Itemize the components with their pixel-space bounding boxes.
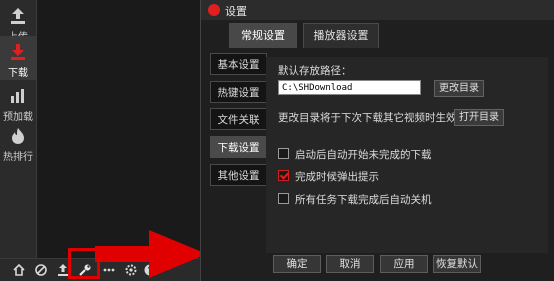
tab-bar: 常规设置 播放器设置	[201, 20, 554, 48]
home-icon[interactable]	[12, 263, 26, 277]
nav-other-settings[interactable]: 其他设置	[210, 164, 267, 186]
shutdown-after-complete-label: 所有任务下载完成后自动关机	[295, 194, 432, 206]
preload-icon	[11, 89, 24, 103]
dialog-title: 设置	[225, 5, 247, 18]
settings-panel: 基本设置 热键设置 文件关联 下载设置 其他设置 默认存放路径： C:\SHDo…	[201, 48, 554, 281]
sidebar-item-label: 热排行	[3, 152, 33, 163]
change-dir-button[interactable]: 更改目录	[434, 80, 484, 97]
popup-on-complete-checkbox[interactable]	[278, 170, 289, 181]
cancel-button[interactable]: 取消	[326, 255, 374, 273]
download-settings-content: 默认存放路径： C:\SHDownload 更改目录 更改目录将于下次下载其它视…	[266, 57, 548, 253]
nav-hotkey-settings[interactable]: 热键设置	[210, 81, 267, 103]
auto-resume-checkbox[interactable]	[278, 148, 289, 159]
download-path-input[interactable]: C:\SHDownload	[278, 80, 421, 95]
popup-on-complete-label: 完成时候弹出提示	[295, 171, 379, 183]
open-dir-button[interactable]: 打开目录	[454, 109, 504, 126]
ok-button[interactable]: 确定	[273, 255, 321, 273]
shutdown-after-complete-checkbox[interactable]	[278, 193, 289, 204]
download-icon	[11, 44, 25, 60]
nav-basic-settings[interactable]: 基本设置	[210, 53, 267, 75]
sidebar-item-hot-ranking[interactable]: 热排行	[0, 120, 36, 164]
arrow-annotation	[95, 230, 207, 278]
app-logo-icon	[208, 4, 220, 16]
nav-download-settings[interactable]: 下载设置	[210, 136, 267, 158]
tab-player[interactable]: 播放器设置	[303, 23, 379, 48]
upload-icon	[11, 8, 25, 24]
restore-defaults-button[interactable]: 恢复默认	[433, 255, 481, 273]
sidebar-item-label: 下载	[8, 68, 28, 79]
sidebar-item-download[interactable]: 下载	[0, 36, 36, 80]
apply-button[interactable]: 应用	[380, 255, 428, 273]
path-label: 默认存放路径：	[278, 65, 352, 77]
auto-resume-label: 启动后自动开始未完成的下载	[295, 149, 432, 161]
tab-general[interactable]: 常规设置	[229, 23, 297, 48]
sidebar-item-preload[interactable]: 预加载	[0, 80, 36, 124]
fire-icon	[12, 128, 24, 144]
nav-file-association[interactable]: 文件关联	[210, 108, 267, 130]
sidebar: 上传 下载 预加载 热排行	[0, 0, 37, 258]
dialog-titlebar[interactable]: 设置	[201, 0, 554, 20]
change-dir-note: 更改目录将于下次下载其它视频时生效	[278, 112, 457, 124]
ban-icon[interactable]	[34, 263, 48, 277]
settings-dialog: 设置 常规设置 播放器设置 基本设置 热键设置 文件关联 下载设置 其他设置 默…	[200, 0, 554, 281]
content-area	[37, 0, 207, 258]
